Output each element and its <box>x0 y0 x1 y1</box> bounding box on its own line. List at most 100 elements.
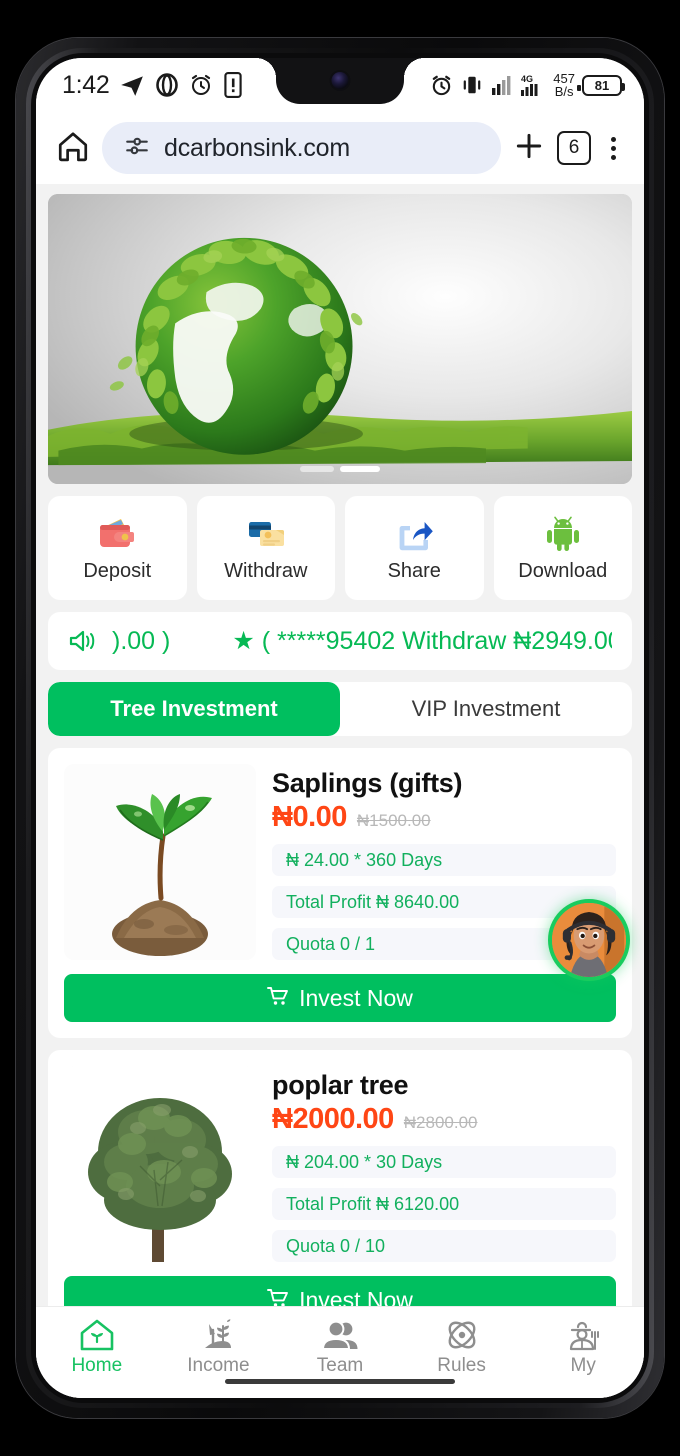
product-card: Saplings (gifts) ₦0.00 ₦1500.00 ₦ 24.00 … <box>48 748 632 1038</box>
page-info-icon[interactable] <box>124 133 150 164</box>
sim-alert-icon <box>223 72 243 98</box>
quick-action-withdraw[interactable]: Withdraw <box>196 496 335 600</box>
quick-action-label: Share <box>387 559 441 582</box>
front-camera <box>331 72 349 89</box>
farmer-icon <box>564 1317 602 1353</box>
nav-label: Income <box>187 1355 250 1376</box>
charging-dot-icon <box>577 84 581 91</box>
planting-icon <box>199 1317 237 1353</box>
alarm-icon <box>189 73 213 97</box>
product-daily-return: ₦ 204.00 * 30 Days <box>272 1146 616 1178</box>
gesture-bar[interactable] <box>225 1379 455 1384</box>
quick-action-label: Withdraw <box>224 559 308 582</box>
product-daily-return: ₦ 24.00 * 360 Days <box>272 844 616 876</box>
telegram-icon <box>119 72 145 98</box>
wallet-icon <box>97 514 137 554</box>
marquee-star-icon: ★ <box>232 627 255 655</box>
network-speed-unit: B/s <box>554 84 574 99</box>
product-price: ₦2000.00 <box>272 1103 394 1135</box>
product-price-row: ₦2000.00 ₦2800.00 <box>272 1103 616 1136</box>
product-card: poplar tree ₦2000.00 ₦2800.00 ₦ 204.00 *… <box>48 1050 632 1306</box>
status-time: 1:42 <box>62 70 110 99</box>
product-total-profit: Total Profit ₦ 6120.00 <box>272 1188 616 1220</box>
home-icon[interactable] <box>56 129 90 168</box>
quick-action-share[interactable]: Share <box>345 496 484 600</box>
speaker-icon <box>68 628 98 654</box>
cart-icon <box>267 1287 289 1306</box>
product-name: Saplings (gifts) <box>272 768 463 798</box>
url-text: dcarbonsink.com <box>164 133 350 162</box>
quick-action-label: Deposit <box>83 559 152 582</box>
nav-item-rules[interactable]: Rules <box>401 1317 523 1377</box>
status-bar-right: 4G 457 B/s 81 <box>430 72 625 98</box>
carousel-dot-1[interactable] <box>300 466 334 472</box>
hero-carousel[interactable] <box>48 194 632 484</box>
quick-action-label: Download <box>518 559 608 582</box>
nav-item-team[interactable]: Team <box>279 1317 401 1377</box>
plus-icon[interactable] <box>513 130 545 167</box>
marquee-text: ★ ( *****95402 Withdraw ₦2949.00 <box>232 626 612 656</box>
nav-item-income[interactable]: Income <box>158 1317 280 1377</box>
tab-vip-investment[interactable]: VIP Investment <box>340 682 632 736</box>
product-card-body: poplar tree ₦2000.00 ₦2800.00 ₦ 204.00 *… <box>64 1066 616 1262</box>
marquee-body: ( *****95402 Withdraw ₦2949.00 <box>261 627 612 655</box>
announcement-marquee[interactable]: ).00 ) ★ ( *****95402 Withdraw ₦2949.00 <box>48 612 632 670</box>
bottom-navigation: Home Income Team Rules My <box>36 1306 644 1398</box>
product-quota: Quota 0 / 10 <box>272 1230 616 1262</box>
battery-indicator: 81 <box>577 74 625 96</box>
quick-action-deposit[interactable]: Deposit <box>48 496 187 600</box>
tab-tree-investment[interactable]: Tree Investment <box>48 682 340 736</box>
quick-actions-row: Deposit Withdraw Share Download <box>48 496 632 600</box>
kebab-menu-icon[interactable] <box>603 133 624 164</box>
web-page: Deposit Withdraw Share Download).00) ★… <box>36 184 644 1398</box>
tab-counter[interactable]: 6 <box>557 131 591 165</box>
nav-label: Home <box>71 1355 123 1376</box>
product-card-body: Saplings (gifts) ₦0.00 ₦1500.00 ₦ 24.00 … <box>64 764 616 960</box>
invest-now-button[interactable]: Invest Now <box>64 1276 616 1306</box>
invest-now-label: Invest Now <box>299 984 413 1011</box>
signal-4g-icon: 4G <box>520 73 546 97</box>
home-plant-icon <box>78 1317 116 1353</box>
svg-text:4G: 4G <box>521 74 533 84</box>
android-icon <box>545 514 581 554</box>
product-price-row: ₦0.00 ₦1500.00 <box>272 801 616 834</box>
invest-now-label: Invest Now <box>299 1286 413 1307</box>
nav-item-my[interactable]: My <box>522 1317 644 1377</box>
nav-label: Team <box>316 1355 364 1376</box>
share-icon <box>395 514 434 554</box>
sapling-in-soil-image <box>64 764 256 960</box>
product-old-price: ₦1500.00 <box>356 811 431 830</box>
product-old-price: ₦2800.00 <box>403 1113 478 1132</box>
atom-icon <box>443 1317 481 1353</box>
network-speed: 457 B/s <box>553 72 575 98</box>
cart-icon <box>267 985 289 1012</box>
product-price: ₦0.00 <box>272 801 347 833</box>
product-info: poplar tree ₦2000.00 ₦2800.00 ₦ 204.00 *… <box>272 1066 616 1262</box>
customer-support-button[interactable] <box>548 899 630 981</box>
marquee-clipped-text: ).00 ) <box>112 626 171 655</box>
opera-icon <box>155 73 179 97</box>
product-name: poplar tree <box>272 1070 409 1100</box>
page-scroll-area[interactable]: Deposit Withdraw Share Download).00) ★… <box>36 184 644 1306</box>
nav-item-home[interactable]: Home <box>36 1317 158 1377</box>
people-icon <box>321 1317 359 1353</box>
product-image-poplar[interactable] <box>64 1066 256 1262</box>
nav-label: Rules <box>437 1355 486 1376</box>
credit-card-icon <box>246 514 286 554</box>
product-image-saplings[interactable] <box>64 764 256 960</box>
signal-bars-icon <box>491 74 513 96</box>
carousel-indicators[interactable] <box>300 466 380 472</box>
phone-screen: 1:42 4G 457 B/s 81 dcarbonsink.com 6 Dep… <box>36 58 644 1398</box>
screenshot-stage: 1:42 4G 457 B/s 81 dcarbonsink.com 6 Dep… <box>0 0 680 1456</box>
hero-globe-image <box>48 194 632 484</box>
alarm-icon <box>430 74 453 97</box>
quick-action-download[interactable]: Download <box>493 496 632 600</box>
invest-now-button[interactable]: Invest Now <box>64 974 616 1022</box>
address-bar[interactable]: dcarbonsink.com <box>102 122 501 174</box>
vibrate-icon <box>460 74 484 96</box>
status-bar-left: 1:42 <box>62 71 243 100</box>
nav-label: My <box>570 1355 596 1376</box>
investment-tabs: Tree Investment VIP Investment <box>48 682 632 736</box>
carousel-dot-2[interactable] <box>340 466 380 472</box>
browser-toolbar: dcarbonsink.com 6 <box>36 112 644 184</box>
